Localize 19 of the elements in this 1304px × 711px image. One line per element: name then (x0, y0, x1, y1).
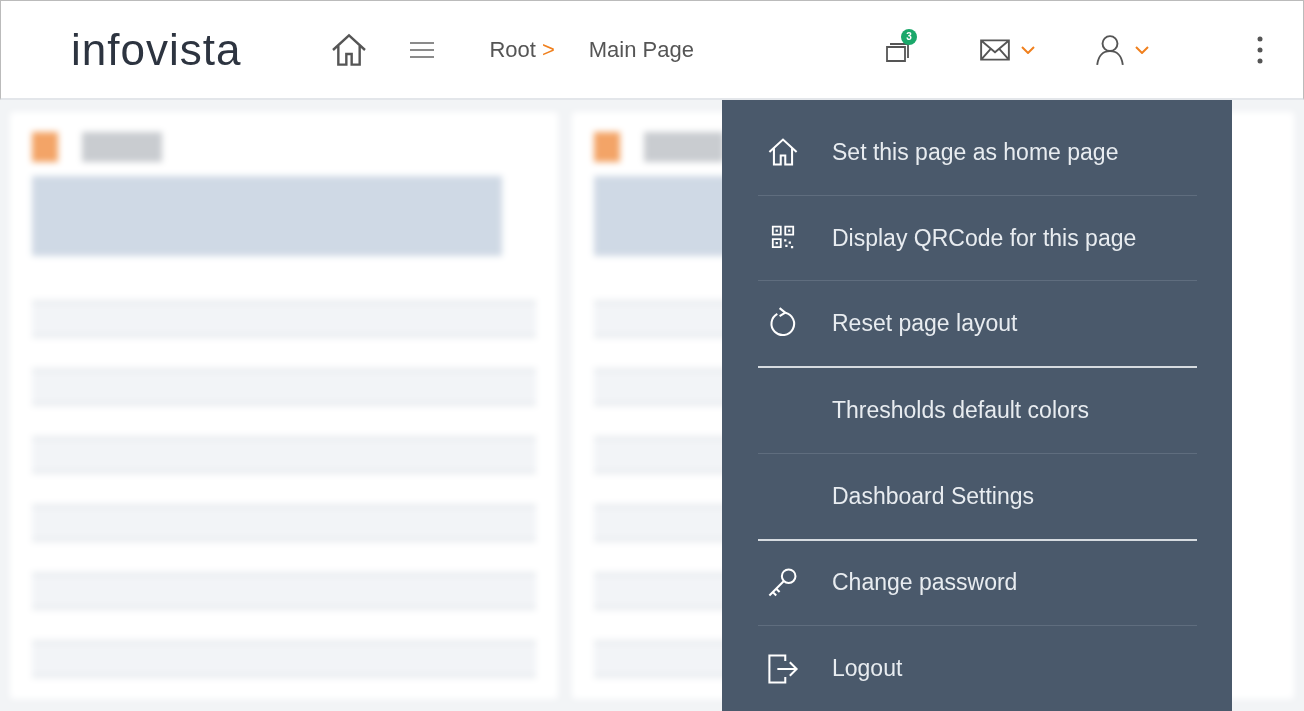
breadcrumb-link[interactable]: Main Page (588, 36, 694, 63)
menu-item[interactable]: Logout (758, 626, 1197, 711)
menu-item[interactable]: Display QRCode for this page (758, 195, 1197, 281)
notification-count: 3 (901, 28, 917, 45)
menu-item[interactable]: Reset page layout (758, 281, 1197, 367)
menu-item[interactable]: Change password (758, 540, 1197, 626)
menu-icon[interactable] (409, 39, 436, 60)
user-icon[interactable] (1095, 33, 1125, 66)
menu-item[interactable]: Set this page as home page (758, 110, 1197, 195)
breadcrumb-separator: > (541, 36, 555, 63)
exit-arrow-icon (766, 651, 800, 686)
caret-icon[interactable] (1021, 45, 1035, 54)
menu-item[interactable]: Thresholds default colors (758, 368, 1197, 453)
mail-icon[interactable] (979, 37, 1011, 62)
caret-icon[interactable] (1135, 45, 1149, 54)
more-icon[interactable] (1257, 35, 1263, 64)
breadcrumb-link[interactable]: Root (489, 36, 536, 63)
menu-item[interactable]: Dashboard Settings (758, 453, 1197, 539)
logo[interactable]: infovista (71, 24, 242, 75)
